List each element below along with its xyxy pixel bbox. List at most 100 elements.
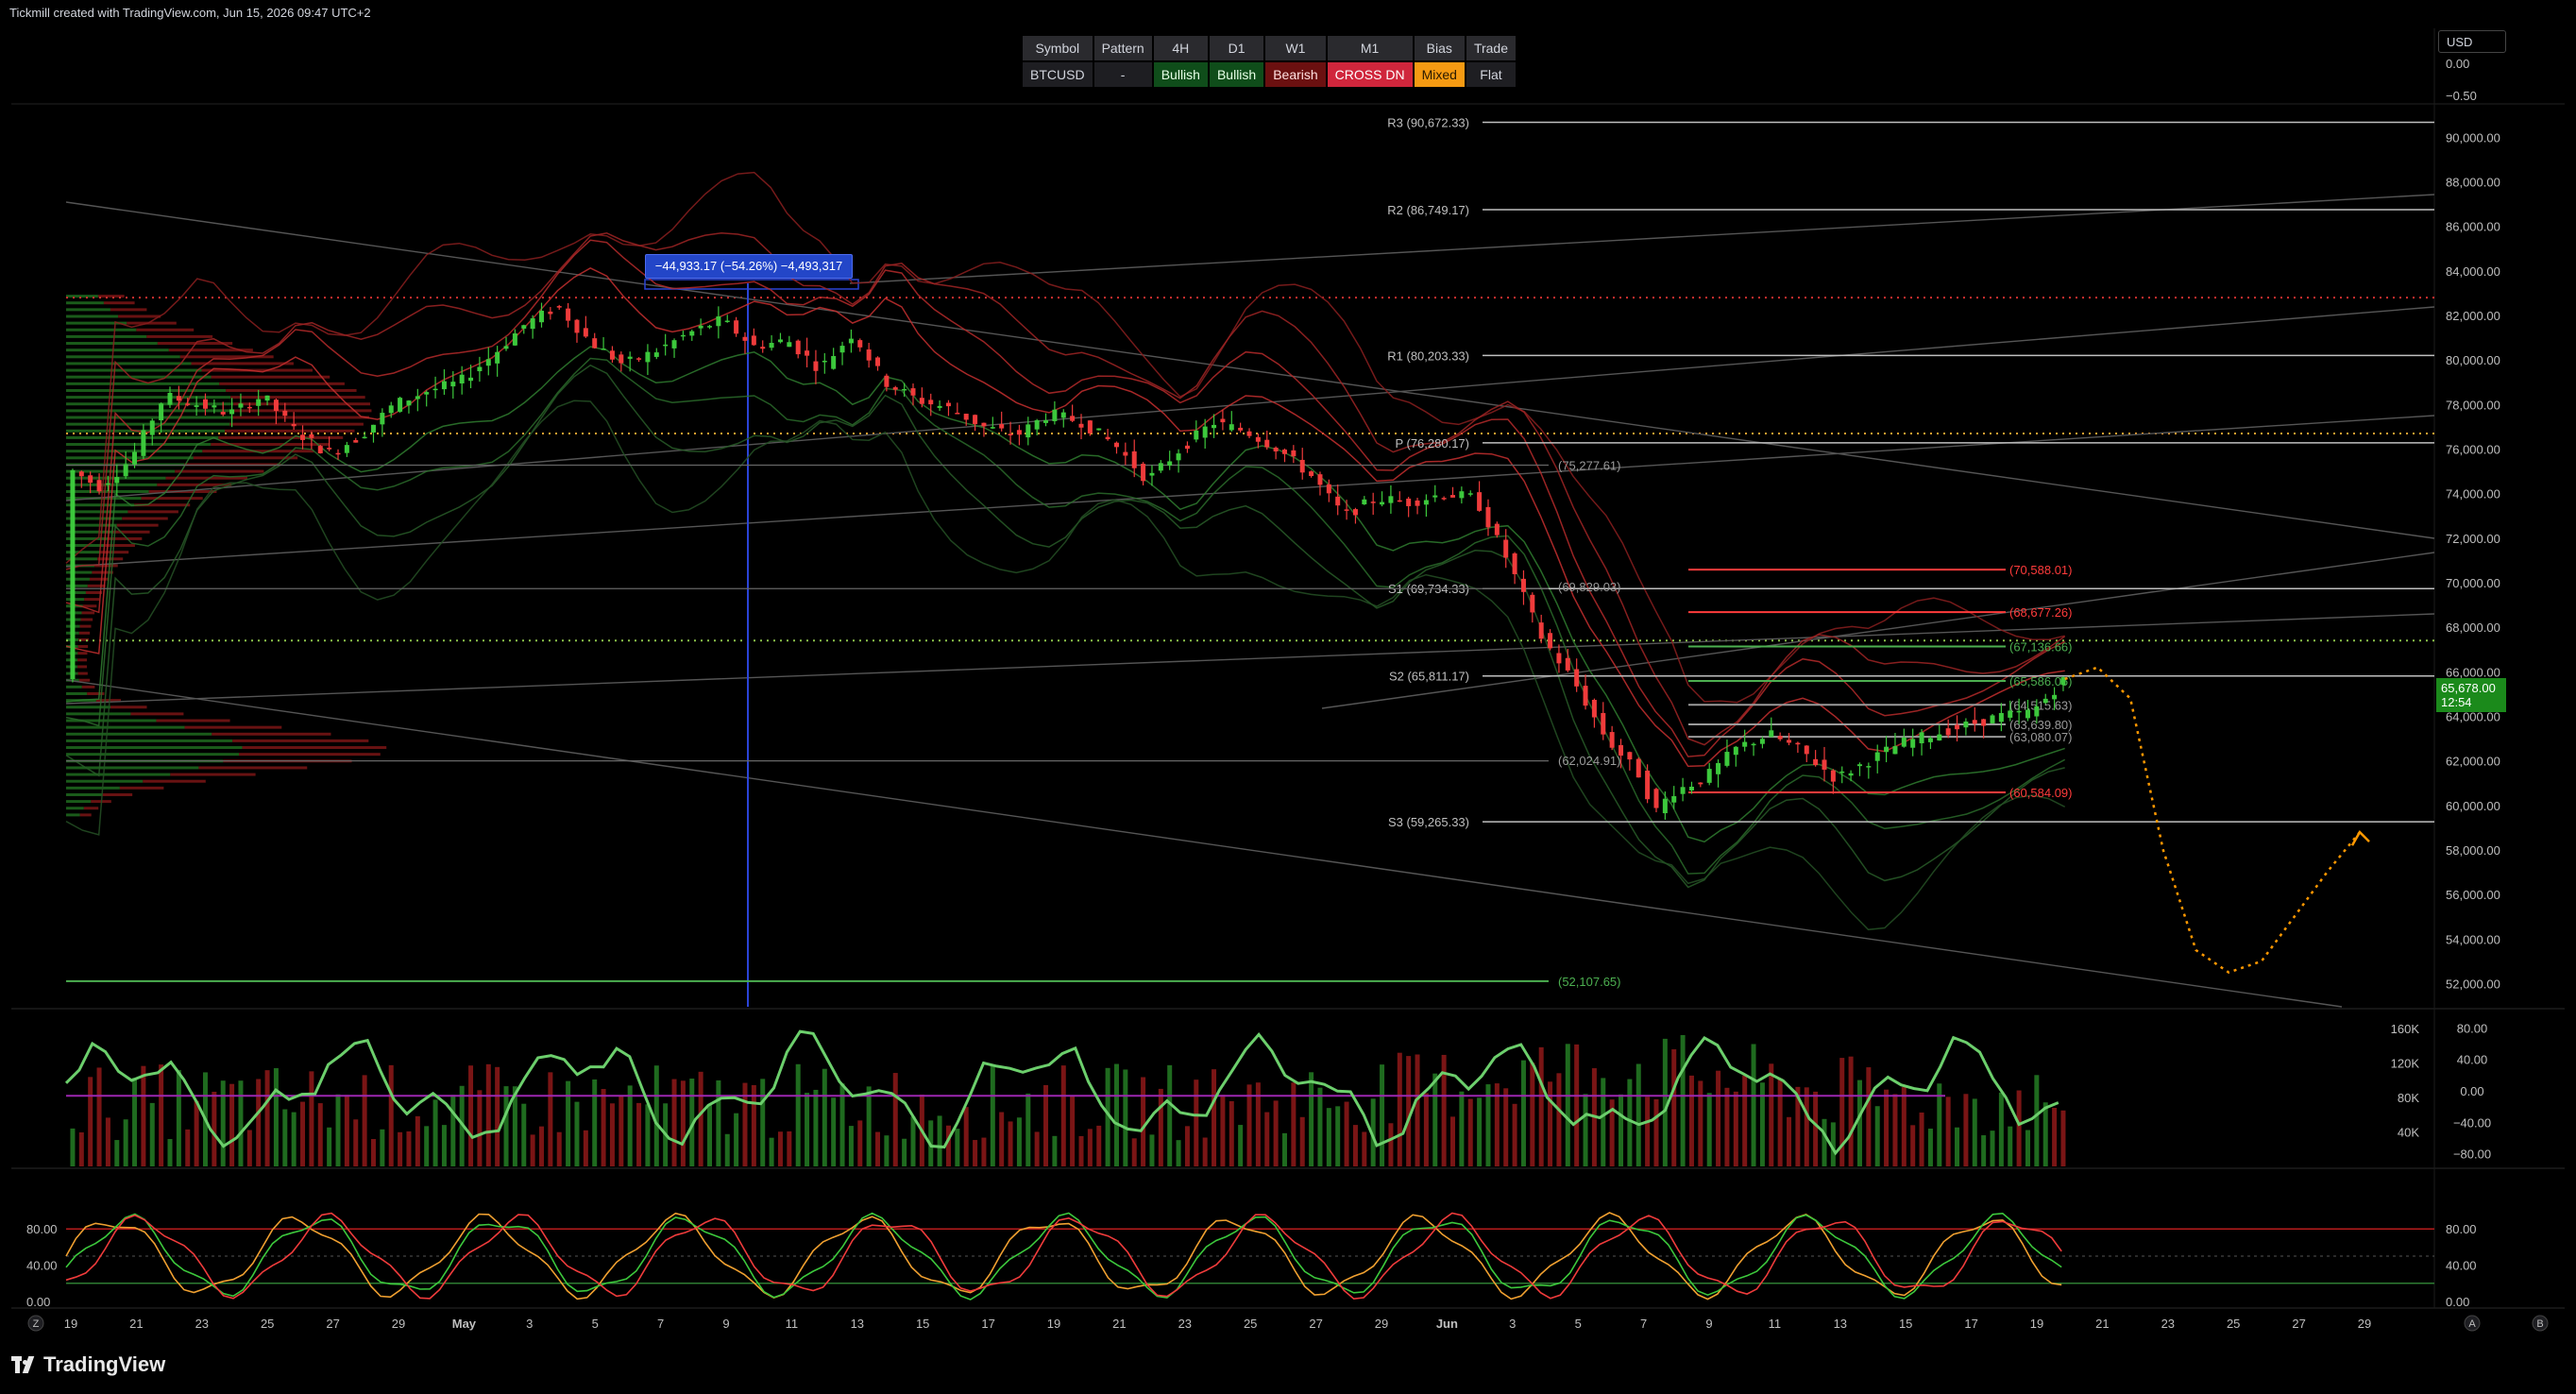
- candle-body: [1459, 491, 1465, 499]
- volume-bar: [981, 1137, 987, 1166]
- profile-bar-buy: [66, 570, 93, 574]
- volume-bar: [1141, 1077, 1146, 1166]
- level-label: (60,584.09): [2009, 786, 2073, 800]
- chart-canvas[interactable]: R3 (90,672.33) R2 (86,749.17) R1 (80,203.3…: [0, 0, 2576, 1394]
- stoch-tick-label-right: 0.00: [2446, 1295, 2469, 1309]
- candle-body: [981, 422, 987, 427]
- candle-body: [1238, 427, 1244, 431]
- volume-bar: [1583, 1094, 1588, 1166]
- candle-body: [1706, 769, 1712, 783]
- candle-body: [1335, 496, 1341, 506]
- profile-bar-sell: [83, 807, 99, 810]
- volume-bar: [1822, 1118, 1827, 1166]
- time-tick-label: 25: [261, 1317, 274, 1331]
- candle-body: [910, 388, 916, 396]
- axis-button-b[interactable]: B: [2536, 1318, 2543, 1330]
- candle-body: [388, 405, 394, 414]
- volume-bar: [1706, 1093, 1712, 1166]
- volume-bar: [1990, 1130, 1995, 1166]
- candle-body: [1874, 752, 1880, 761]
- axis-button-a[interactable]: A: [2468, 1318, 2476, 1330]
- candle-body: [353, 440, 359, 443]
- candles: [70, 302, 2066, 820]
- volume-bar: [1716, 1070, 1721, 1166]
- volume-bar: [88, 1077, 93, 1166]
- volume-bar: [1184, 1126, 1190, 1166]
- profile-bar-sell: [102, 792, 133, 796]
- volume-bar: [256, 1079, 262, 1166]
- volume-bar: [1733, 1091, 1738, 1166]
- pivot-levels: R3 (90,672.33) R2 (86,749.17) R1 (80,203.3…: [66, 116, 2434, 829]
- volume-tick-label: 120K: [2391, 1057, 2420, 1071]
- volume-bar: [1751, 1044, 1756, 1166]
- volume-bar: [1415, 1054, 1420, 1166]
- time-tick-label: 23: [195, 1317, 209, 1331]
- volume-bar: [1450, 1116, 1456, 1166]
- profile-bar-buy: [66, 691, 88, 695]
- candle-body: [1291, 450, 1296, 457]
- candle-body: [1008, 434, 1013, 435]
- time-tick-label: 3: [1509, 1317, 1516, 1331]
- axis-button-z[interactable]: Z: [33, 1318, 40, 1330]
- volume-bar: [1397, 1052, 1402, 1166]
- volume-bar: [751, 1084, 756, 1166]
- stoch-tick-label-left: 0.00: [26, 1295, 50, 1309]
- candle-body: [902, 388, 907, 391]
- candle-body: [282, 410, 288, 416]
- volume-bar: [1839, 1058, 1845, 1166]
- osc-tick-label: 80.00: [2457, 1021, 2488, 1035]
- time-axis: 19 21 23 25 27 29 May 3 5 7 9 11 13 15 17 19 21 23 25 27 29 J…: [27, 1315, 2549, 1332]
- candle-body: [884, 375, 890, 387]
- price-tick-label: 60,000.00: [2446, 799, 2500, 813]
- candle-body: [477, 366, 483, 372]
- price-tick-label: 76,000.00: [2446, 442, 2500, 456]
- volume-bar: [963, 1107, 969, 1166]
- volume-bar: [1866, 1067, 1872, 1166]
- candle-body: [1795, 742, 1801, 745]
- volume-bar: [1149, 1134, 1155, 1166]
- candle-body: [1839, 771, 1845, 774]
- volume-bar: [309, 1071, 314, 1166]
- pivot-label: R3 (90,672.33): [1387, 116, 1469, 130]
- candle-body: [1777, 736, 1783, 740]
- measure-box: [644, 279, 859, 290]
- volume-bar: [1556, 1073, 1562, 1166]
- volume-bar: [176, 1070, 181, 1166]
- candle-body: [1441, 498, 1447, 500]
- volume-bar: [734, 1113, 739, 1166]
- volume-bar: [1380, 1064, 1385, 1166]
- candle-body: [1467, 493, 1473, 495]
- time-tick-label: 15: [916, 1317, 929, 1331]
- volume-bar: [1884, 1089, 1890, 1166]
- time-tick-label: 13: [1834, 1317, 1847, 1331]
- volume-bar: [1530, 1062, 1535, 1166]
- candle-body: [1344, 509, 1349, 511]
- time-tick-label: 17: [981, 1317, 994, 1331]
- candle-body: [592, 338, 598, 348]
- profile-bar-sell: [225, 429, 355, 433]
- pivot-label: R1 (80,203.33): [1387, 348, 1469, 363]
- volume-bar: [724, 1133, 730, 1166]
- candle-body: [1494, 523, 1500, 536]
- volume-bar: [1601, 1078, 1606, 1166]
- price-tick-label: 52,000.00: [2446, 977, 2500, 991]
- volume-bar: [1848, 1056, 1854, 1166]
- volume-bar: [1362, 1131, 1367, 1166]
- profile-bar-buy: [66, 314, 119, 318]
- candle-body: [273, 400, 279, 412]
- volume-bar: [1503, 1088, 1509, 1166]
- volume-bar: [945, 1125, 951, 1166]
- volume-bar: [1113, 1063, 1119, 1166]
- volume-bar: [1070, 1096, 1076, 1166]
- candle-body: [1822, 759, 1827, 770]
- profile-bar-sell: [226, 388, 357, 392]
- volume-bar: [698, 1071, 703, 1166]
- volume-bar: [1520, 1060, 1526, 1166]
- profile-bar-sell: [193, 456, 298, 460]
- volume-bar: [1963, 1094, 1969, 1166]
- candle-body: [1034, 419, 1040, 430]
- profile-bar-buy: [66, 409, 234, 413]
- level-label: (63,080.07): [2009, 730, 2073, 744]
- volume-bar: [1008, 1121, 1013, 1166]
- candle-body: [742, 336, 748, 341]
